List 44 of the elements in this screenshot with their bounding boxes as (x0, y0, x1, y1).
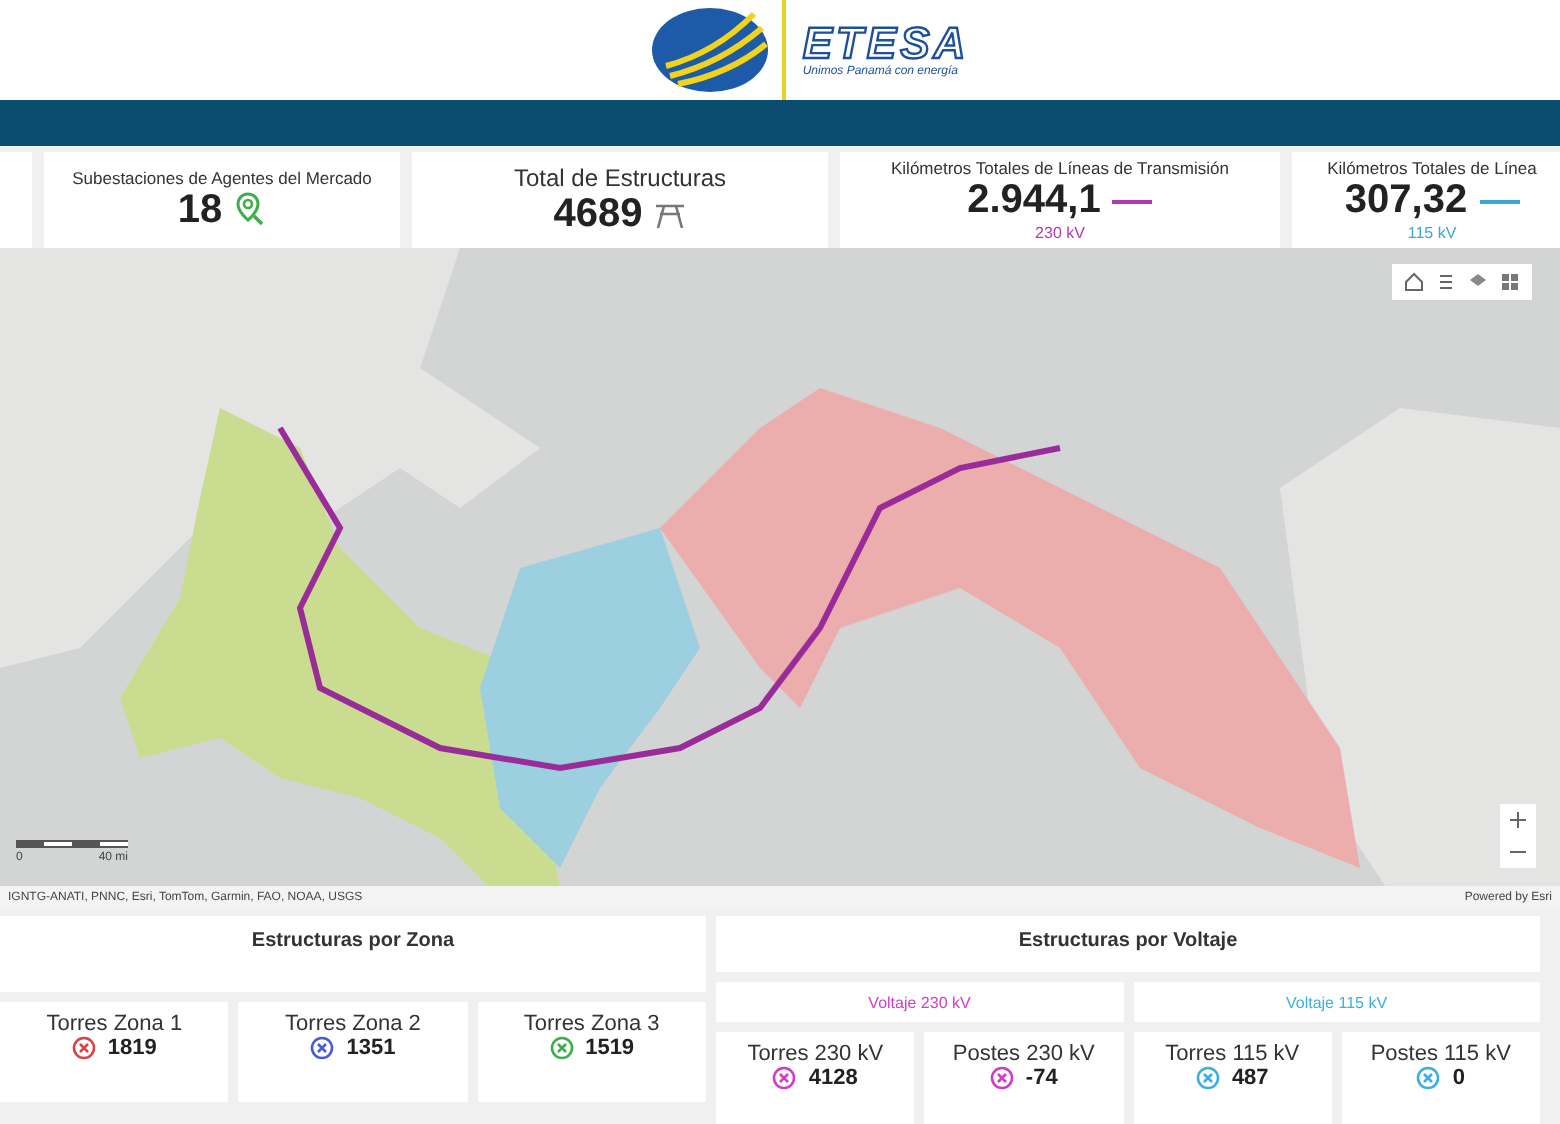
stat-label: Torres Zona 2 (285, 1012, 421, 1036)
stat-label: Torres Zona 3 (523, 1012, 660, 1036)
layers-icon[interactable] (1468, 272, 1488, 292)
stat-value: 0 (1452, 1066, 1465, 1090)
home-icon[interactable] (1404, 272, 1424, 292)
stat-label: Postes 230 kV (952, 1042, 1095, 1066)
logo-icon (650, 6, 771, 94)
panel-title: Estructuras por Zona (251, 930, 455, 956)
group-header: Voltaje 115 kV (1133, 982, 1540, 1022)
tower-icon (654, 200, 687, 228)
kpi-subtitle: 115 kV (1407, 224, 1457, 242)
kpi-value: 307,32 (1344, 178, 1468, 224)
kpi-title: Kilómetros Totales de Línea (1327, 158, 1537, 178)
kpi-value: 2.944,1 (967, 178, 1101, 224)
stat-label: Torres Zona 1 (46, 1012, 183, 1036)
group-header: Voltaje 230 kV (716, 982, 1123, 1022)
stat-label: Torres 115 kV (1165, 1042, 1300, 1066)
panel-title: Estructuras por Voltaje (1018, 930, 1238, 956)
kpi-card (0, 152, 32, 248)
x-circle-icon (989, 1066, 1014, 1090)
logo-wordmark: ETESA (802, 22, 970, 66)
x-circle-icon (772, 1066, 797, 1090)
stat-value: 1519 (585, 1036, 635, 1060)
stat-value: 1819 (107, 1036, 157, 1060)
plus-icon (1510, 812, 1526, 828)
list-icon[interactable] (1436, 272, 1456, 292)
kpi-subtitle: 230 kV (1035, 224, 1085, 242)
kpi-value: 18 (177, 187, 223, 233)
kpi-title: Subestaciones de Agentes del Mercado (72, 167, 372, 187)
stat-value: 487 (1231, 1066, 1269, 1090)
kpi-title: Total de Estructuras (513, 163, 727, 191)
stat-value: 1351 (346, 1036, 396, 1060)
stat-value: 4128 (808, 1066, 858, 1090)
scale-bar (16, 840, 128, 848)
x-circle-icon (1416, 1066, 1441, 1090)
grid-icon[interactable] (1500, 272, 1520, 292)
search-pin-icon (234, 192, 267, 228)
stat-value: -74 (1025, 1066, 1058, 1090)
x-circle-icon (1195, 1066, 1220, 1090)
minus-icon (1510, 850, 1526, 854)
kpi-title: Kilómetros Totales de Líneas de Transmisión (891, 158, 1229, 178)
kpi-value: 4689 (553, 191, 643, 237)
stat-label: Postes 115 kV (1370, 1042, 1511, 1066)
stat-label: Torres 230 kV (747, 1042, 884, 1066)
